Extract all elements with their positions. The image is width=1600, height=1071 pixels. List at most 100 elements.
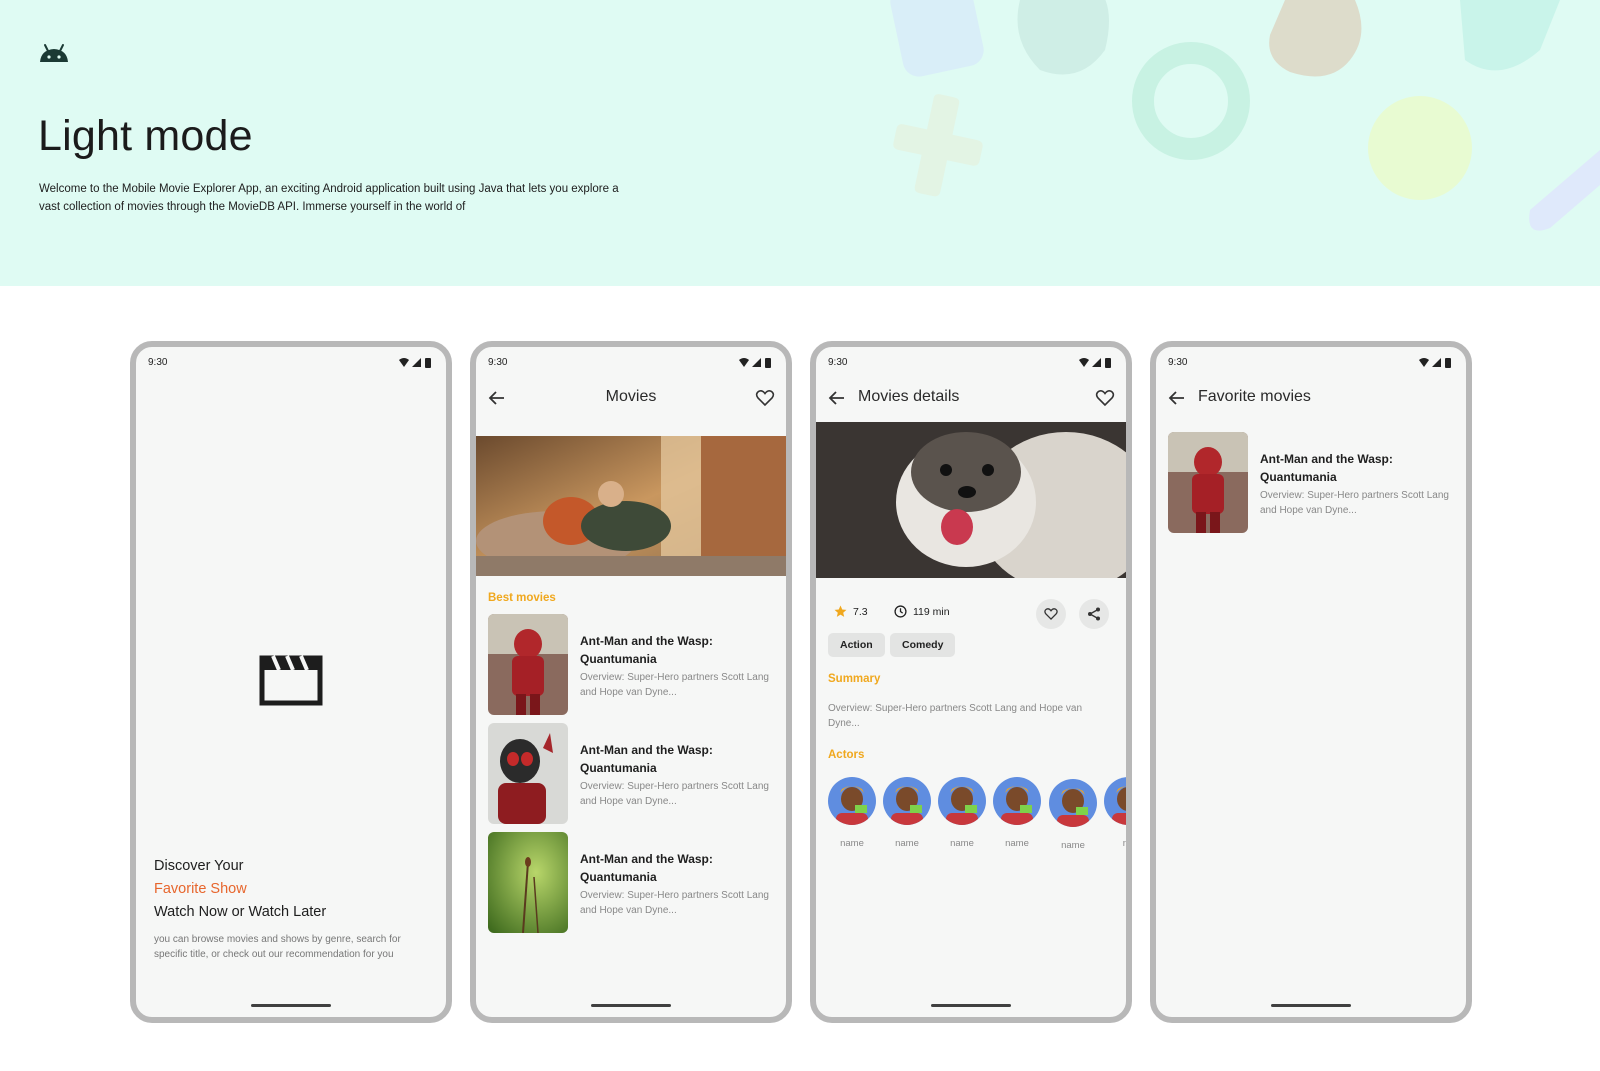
movie-title: Ant-Man and the Wasp: Quantumania bbox=[580, 634, 713, 666]
heart-icon[interactable] bbox=[1094, 387, 1116, 409]
actor-name: name bbox=[950, 838, 974, 849]
actor-name: name bbox=[1005, 838, 1029, 849]
status-bar: 9:30 bbox=[476, 347, 786, 375]
status-bar: 9:30 bbox=[136, 347, 446, 375]
phone-movies-screen: 9:30 Movies Best movies Ant-Man and the … bbox=[470, 341, 792, 1023]
status-bar: 9:30 bbox=[1156, 347, 1466, 375]
actor-card[interactable]: name bbox=[882, 777, 932, 857]
actor-name: name bbox=[840, 838, 864, 849]
actors-label: Actors bbox=[828, 749, 865, 761]
signal-icon bbox=[752, 358, 761, 367]
duration: 119 min bbox=[894, 605, 950, 618]
duration-value: 119 min bbox=[913, 605, 950, 618]
movie-meta-row: 7.3 119 min bbox=[828, 599, 1118, 629]
splash-headline-3: Watch Now or Watch Later bbox=[154, 904, 327, 920]
app-bar: Movies details bbox=[816, 375, 1126, 421]
avatar bbox=[1049, 779, 1097, 829]
movie-poster bbox=[488, 832, 568, 933]
screen-title: Movies bbox=[605, 388, 657, 405]
actor-name: name bbox=[895, 838, 919, 849]
app-bar: Movies bbox=[476, 375, 786, 421]
splash-headline-2: Favorite Show bbox=[154, 881, 247, 897]
page-description: Welcome to the Mobile Movie Explorer App… bbox=[39, 183, 619, 213]
movie-overview: Overview: Super-Hero partners Scott Lang… bbox=[1260, 490, 1449, 516]
best-movies-label: Best movies bbox=[488, 592, 556, 604]
battery-icon bbox=[1105, 358, 1111, 368]
movie-poster bbox=[488, 614, 568, 715]
movie-poster bbox=[488, 723, 568, 824]
actor-name: name bbox=[1061, 840, 1085, 851]
movie-summary: Overview: Super-Hero partners Scott Lang… bbox=[828, 703, 1083, 729]
heart-icon bbox=[1044, 608, 1058, 621]
movie-title: Ant-Man and the Wasp: Quantumania bbox=[1260, 452, 1393, 484]
app-bar: Favorite movies bbox=[1156, 375, 1466, 421]
screen-title: Favorite movies bbox=[1198, 388, 1311, 405]
android-icon bbox=[40, 44, 68, 62]
share-icon bbox=[1088, 607, 1100, 621]
back-arrow-icon[interactable] bbox=[826, 387, 848, 409]
movie-list-item[interactable]: Ant-Man and the Wasp: Quantumania Overvi… bbox=[488, 832, 778, 933]
avatar bbox=[993, 777, 1041, 827]
home-indicator[interactable] bbox=[251, 1004, 331, 1007]
home-indicator[interactable] bbox=[1271, 1004, 1351, 1007]
battery-icon bbox=[425, 358, 431, 368]
heart-icon[interactable] bbox=[754, 387, 776, 409]
back-arrow-icon[interactable] bbox=[1166, 387, 1188, 409]
screen-title: Movies details bbox=[858, 388, 960, 405]
phone-details-screen: 9:30 Movies details 7.3 119 min Action C… bbox=[810, 341, 1132, 1023]
movie-overview: Overview: Super-Hero partners Scott Lang… bbox=[580, 890, 769, 916]
status-bar: 9:30 bbox=[816, 347, 1126, 375]
rating: 7.3 bbox=[834, 605, 868, 618]
status-icons bbox=[1419, 358, 1451, 368]
wifi-icon bbox=[1079, 358, 1089, 367]
actor-card[interactable]: name bbox=[992, 777, 1042, 857]
signal-icon bbox=[412, 358, 421, 367]
phone-favorites-screen: 9:30 Favorite movies Ant-Man and the Was… bbox=[1150, 341, 1472, 1023]
decorative-shapes bbox=[890, 0, 1600, 231]
avatar bbox=[938, 777, 986, 827]
actor-card[interactable]: name bbox=[1048, 779, 1098, 859]
share-button[interactable] bbox=[1079, 599, 1109, 629]
home-indicator[interactable] bbox=[931, 1004, 1011, 1007]
movie-backdrop-image bbox=[816, 422, 1126, 578]
home-indicator[interactable] bbox=[591, 1004, 671, 1007]
movie-title: Ant-Man and the Wasp: Quantumania bbox=[580, 743, 713, 775]
status-icons bbox=[739, 358, 771, 368]
actor-card[interactable]: name bbox=[827, 777, 877, 857]
favorite-button[interactable] bbox=[1036, 599, 1066, 629]
status-icons bbox=[1079, 358, 1111, 368]
clapperboard-icon bbox=[259, 655, 323, 706]
movie-list-item[interactable]: Ant-Man and the Wasp: Quantumania Overvi… bbox=[488, 723, 778, 824]
splash-headline-1: Discover Your bbox=[154, 858, 244, 874]
status-time: 9:30 bbox=[148, 357, 168, 368]
avatar bbox=[883, 777, 931, 827]
actor-name: na bbox=[1122, 838, 1128, 849]
hero-banner: Light mode Welcome to the Mobile Movie E… bbox=[0, 0, 1600, 286]
star-icon bbox=[834, 605, 847, 617]
status-icons bbox=[399, 358, 431, 368]
splash-subtitle: you can browse movies and shows by genre… bbox=[154, 934, 401, 960]
status-time: 9:30 bbox=[1168, 357, 1188, 368]
actor-card[interactable]: na bbox=[1103, 777, 1128, 857]
wifi-icon bbox=[1419, 358, 1429, 367]
actor-card[interactable]: name bbox=[937, 777, 987, 857]
rating-value: 7.3 bbox=[853, 605, 868, 618]
battery-icon bbox=[765, 358, 771, 368]
status-time: 9:30 bbox=[488, 357, 508, 368]
clock-icon bbox=[894, 605, 907, 618]
favorite-list-item[interactable]: Ant-Man and the Wasp: Quantumania Overvi… bbox=[1168, 432, 1458, 533]
signal-icon bbox=[1432, 358, 1441, 367]
movie-title: Ant-Man and the Wasp: Quantumania bbox=[580, 852, 713, 884]
page-title: Light mode bbox=[38, 112, 253, 160]
featured-banner-image[interactable] bbox=[476, 436, 786, 576]
genre-chip[interactable]: Comedy bbox=[890, 633, 956, 657]
status-time: 9:30 bbox=[828, 357, 848, 368]
splash-text-block: Discover Your Favorite Show Watch Now or… bbox=[154, 855, 434, 962]
movie-list-item[interactable]: Ant-Man and the Wasp: Quantumania Overvi… bbox=[488, 614, 778, 715]
movie-overview: Overview: Super-Hero partners Scott Lang… bbox=[580, 781, 769, 807]
movie-poster bbox=[1168, 432, 1248, 533]
movie-overview: Overview: Super-Hero partners Scott Lang… bbox=[580, 672, 769, 698]
battery-icon bbox=[1445, 358, 1451, 368]
genre-chip[interactable]: Action bbox=[828, 633, 885, 657]
wifi-icon bbox=[739, 358, 749, 367]
